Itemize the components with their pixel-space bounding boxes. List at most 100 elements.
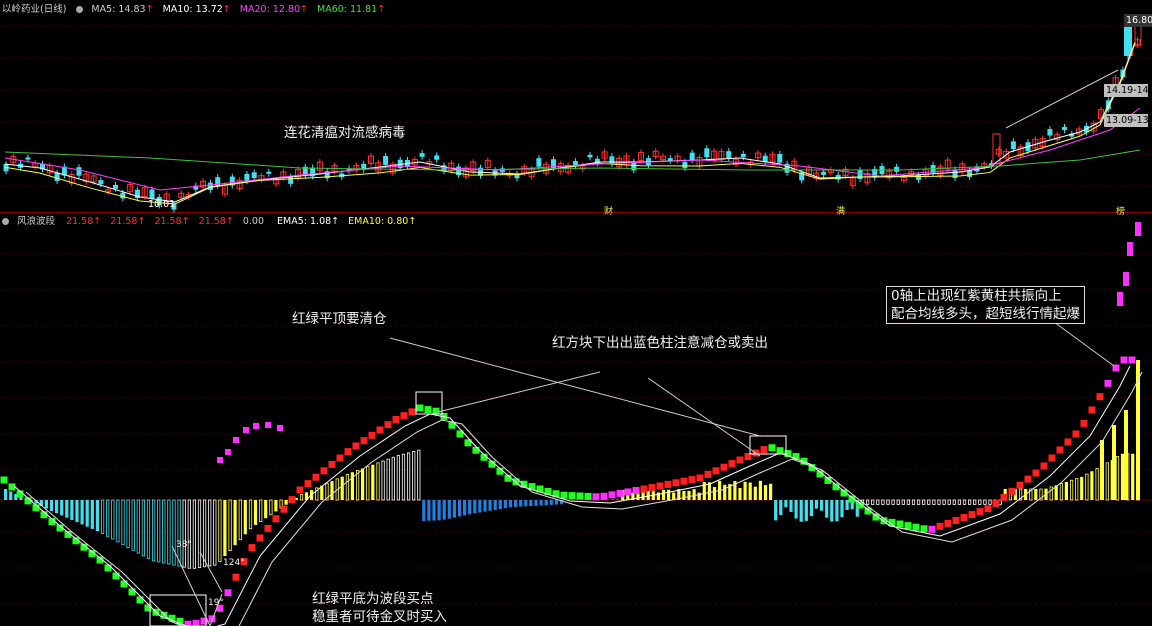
- event-mark-3[interactable]: 榜: [1116, 204, 1125, 217]
- indicator-bar: [299, 494, 304, 501]
- indicator-bar: [758, 480, 762, 500]
- indicator-bar: [1090, 471, 1094, 500]
- indicator-bar: [927, 499, 931, 505]
- indicator-bar: [116, 499, 120, 543]
- wave-square: [277, 425, 283, 431]
- wave-square: [243, 427, 249, 433]
- indicator-bar: [906, 499, 911, 505]
- candle-body: [1062, 127, 1067, 130]
- wave-square: [1123, 272, 1129, 286]
- indicator-name[interactable]: 风浪波段: [17, 216, 55, 227]
- candle-body: [25, 157, 31, 160]
- wave-square: [232, 573, 240, 581]
- indicator-value-1: 21.58↑: [66, 216, 102, 227]
- candle-body: [894, 166, 900, 172]
- wave-square: [280, 505, 288, 513]
- wave-square: [408, 408, 416, 416]
- indicator-bar: [253, 500, 258, 525]
- wave-square: [128, 588, 136, 596]
- indicator-bar: [820, 500, 824, 511]
- indicator-bar: [141, 499, 145, 557]
- wave-square: [568, 492, 576, 500]
- bottom-buy-line-2: 稳重者可待金叉时买入: [312, 609, 447, 625]
- wave-square: [944, 519, 952, 527]
- candle-body: [434, 155, 440, 160]
- wave-square: [233, 437, 239, 443]
- event-mark-2[interactable]: 满: [836, 204, 845, 217]
- wave-square: [624, 488, 632, 496]
- indicator-bar: [707, 482, 711, 500]
- wave-square: [1080, 419, 1088, 427]
- indicator-bar: [391, 456, 395, 501]
- indicator-bar: [146, 499, 151, 560]
- indicator-value-4: 21.58↑: [198, 216, 234, 227]
- stock-name[interactable]: 以岭药业(日线): [2, 4, 66, 15]
- zero-axis-line-1: 0轴上出现红紫黄柱共振向上: [891, 288, 1062, 304]
- wave-square: [656, 482, 664, 490]
- wave-square: [616, 489, 624, 497]
- indicator-bar: [917, 499, 921, 505]
- wave-square: [1056, 446, 1064, 454]
- indicator-bar: [1064, 481, 1068, 500]
- indicator-bar: [616, 499, 620, 500]
- indicator-bar: [248, 499, 253, 530]
- wave-square: [696, 474, 704, 482]
- indicator-bar: [1105, 462, 1109, 501]
- indicator-bar: [345, 473, 350, 501]
- indicator-bar: [80, 500, 84, 525]
- indicator-bar: [508, 500, 513, 508]
- indicator-bar: [427, 500, 431, 521]
- angle-label-124: 124°: [223, 558, 245, 568]
- ma5-value: MA5: 14.83: [91, 4, 146, 15]
- wave-square: [1117, 292, 1123, 306]
- wave-square: [560, 491, 568, 499]
- indicator-bar: [412, 451, 416, 501]
- settings-dot-icon[interactable]: [2, 218, 9, 225]
- indicator-bar: [422, 500, 426, 521]
- indicator-bar: [401, 453, 406, 501]
- wave-square: [104, 564, 112, 572]
- candle-body: [98, 180, 104, 185]
- indicator-bar: [202, 499, 207, 568]
- zero-axis-line-2: 配合均线多头，超短线行情起爆: [891, 306, 1080, 322]
- indicator-bar: [442, 500, 446, 520]
- settings-dot-icon[interactable]: [76, 6, 84, 13]
- indicator-bar: [90, 500, 94, 529]
- indicator-bar: [529, 500, 533, 507]
- indicator-bar: [182, 499, 186, 568]
- wave-square: [253, 423, 259, 429]
- indicator-panel-header: 风浪波段 21.58↑ 21.58↑ 21.58↑ 21.58↑ 0.00 EM…: [2, 214, 424, 230]
- indicator-bar: [1085, 473, 1089, 501]
- indicator-bar: [799, 500, 803, 522]
- wave-square: [416, 404, 424, 412]
- indicator-bar: [447, 500, 451, 519]
- indicator-bar: [126, 499, 130, 548]
- indicator-bar: [682, 491, 686, 500]
- indicator-bar: [825, 500, 829, 518]
- indicator-bar: [830, 500, 834, 522]
- indicator-bar: [539, 500, 543, 506]
- indicator-bar: [488, 500, 492, 511]
- indicator-bar: [208, 499, 212, 567]
- wave-square: [984, 505, 992, 513]
- wave-square: [112, 572, 120, 580]
- indicator-bar: [274, 500, 278, 512]
- indicator-bar: [947, 499, 951, 505]
- ema10-value: EMA10: 0.80↑: [348, 216, 417, 227]
- indicator-bar: [763, 485, 768, 500]
- ma10-value: MA10: 13.72: [162, 4, 223, 15]
- wave-square: [368, 431, 376, 439]
- wave-square: [120, 580, 128, 588]
- indicator-bar: [243, 500, 247, 535]
- indicator-bar: [524, 500, 528, 507]
- indicator-bar: [483, 500, 487, 512]
- indicator-bar: [95, 500, 99, 532]
- indicator-bar: [4, 489, 8, 500]
- indicator-bar: [978, 499, 982, 505]
- wave-square: [1104, 379, 1112, 387]
- wave-square: [248, 544, 256, 552]
- candle-body: [952, 169, 958, 179]
- event-mark-1[interactable]: 财: [604, 204, 613, 217]
- candle-body: [383, 155, 389, 165]
- zero-axis-annotation: 0轴上出现红紫黄柱共振向上 配合均线多头，超短线行情起爆: [886, 286, 1085, 324]
